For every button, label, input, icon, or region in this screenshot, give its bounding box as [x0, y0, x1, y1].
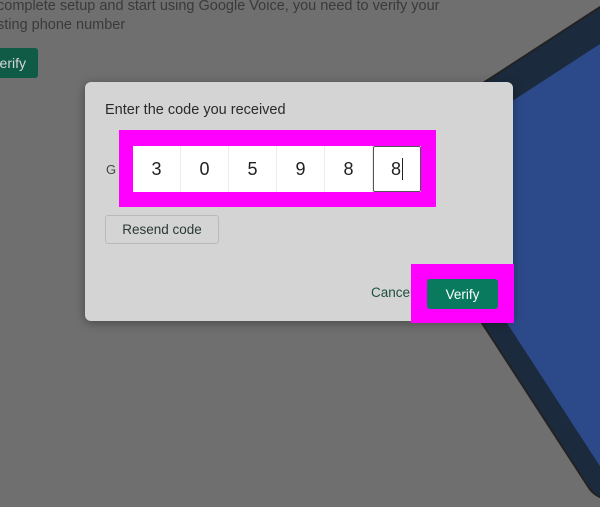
code-digit-4[interactable]: 9: [277, 146, 325, 192]
code-digit-3[interactable]: 5: [229, 146, 277, 192]
verify-button[interactable]: Verify: [427, 279, 498, 309]
code-digit-6-field[interactable]: 8: [373, 146, 421, 192]
cancel-button[interactable]: Cancel: [371, 285, 413, 300]
background-verify-label: erify: [0, 55, 26, 71]
code-prefix: G: [106, 162, 117, 177]
background-verify-button: erify: [0, 48, 38, 78]
intro-text-line-2: sting phone number: [0, 17, 126, 33]
verification-dialog: Enter the code you received G 3 0 5 9 8 …: [85, 82, 514, 323]
intro-text-line-1: complete setup and start using Google Vo…: [0, 0, 440, 14]
code-digit-6: 8: [390, 158, 401, 179]
text-caret: [402, 158, 403, 180]
verification-code-input[interactable]: 3 0 5 9 8 8: [133, 146, 421, 192]
resend-code-button[interactable]: Resend code: [105, 215, 219, 244]
code-digit-5[interactable]: 8: [325, 146, 373, 192]
code-digit-2[interactable]: 0: [181, 146, 229, 192]
dialog-title: Enter the code you received: [105, 102, 286, 118]
code-digit-1[interactable]: 3: [133, 146, 181, 192]
